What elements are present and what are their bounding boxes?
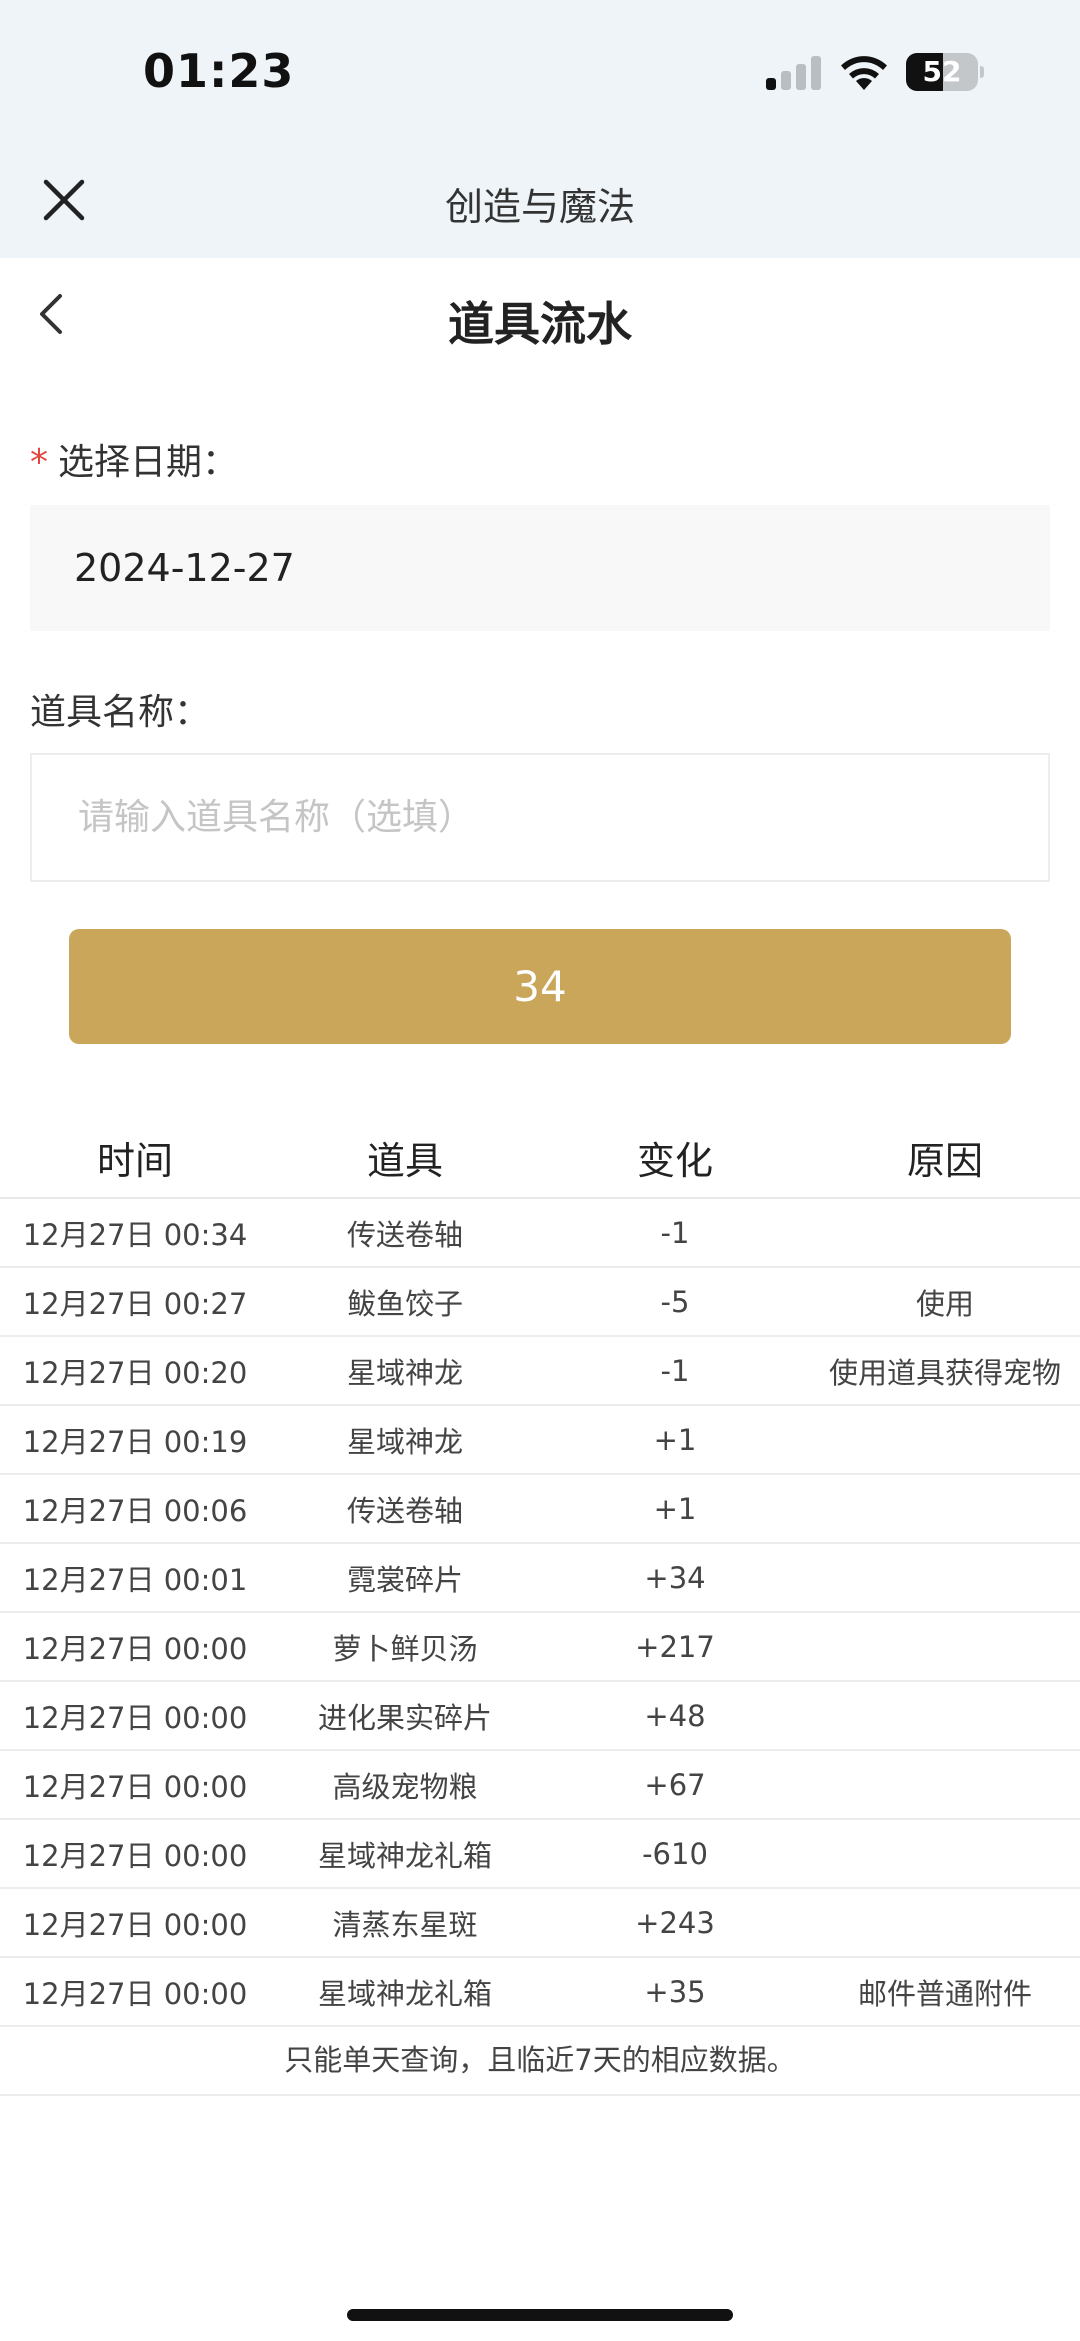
cell-change: +67 (644, 1767, 706, 1802)
table-footer-note: 只能单天查询，且临近7天的相应数据。 (0, 2027, 1080, 2096)
header-time: 时间 (96, 1139, 173, 1183)
table-row: 12月27日 00:00 清蒸东星斑 +243 (0, 1889, 1080, 1958)
page-title: 道具流水 (448, 297, 632, 351)
date-picker-field[interactable]: 2024-12-27 (30, 505, 1050, 631)
cell-item: 萝卜鲜贝汤 (332, 1631, 478, 1666)
cell-time: 12月27日 00:00 (22, 1907, 248, 1942)
cell-item: 清蒸东星斑 (332, 1907, 478, 1942)
header-item: 道具 (366, 1139, 443, 1183)
cell-change: +35 (644, 1974, 706, 2009)
cell-change: +34 (644, 1560, 706, 1595)
cell-change: -5 (660, 1284, 690, 1319)
battery-level: 52 (922, 55, 962, 88)
cell-reason: 使用 (915, 1286, 974, 1321)
cell-change: -1 (660, 1215, 690, 1250)
cell-item: 星域神龙礼箱 (317, 1976, 492, 2011)
battery-icon: 52 (906, 53, 984, 91)
table-row: 12月27日 00:06 传送卷轴 +1 (0, 1475, 1080, 1544)
cell-change: -1 (660, 1353, 690, 1388)
cell-time: 12月27日 00:00 (22, 1838, 248, 1873)
cell-item: 高级宠物粮 (332, 1769, 478, 1804)
header-reason: 原因 (906, 1139, 983, 1183)
cell-time: 12月27日 00:19 (22, 1424, 248, 1459)
cell-item: 进化果实碎片 (317, 1700, 492, 1735)
table-row: 12月27日 00:20 星域神龙 -1 使用道具获得宠物 (0, 1337, 1080, 1406)
status-time: 01:23 (143, 44, 295, 98)
cell-change: +243 (635, 1905, 715, 1940)
table-row: 12月27日 00:00 星域神龙礼箱 -610 (0, 1820, 1080, 1889)
cell-reason: 邮件普通附件 (857, 1976, 1032, 2011)
cell-time: 12月27日 00:00 (22, 1976, 248, 2011)
cell-change: +1 (653, 1491, 697, 1526)
header-change: 变化 (636, 1139, 713, 1183)
table-row: 12月27日 00:00 进化果实碎片 +48 (0, 1682, 1080, 1751)
table-row: 12月27日 00:01 霓裳碎片 +34 (0, 1544, 1080, 1613)
home-indicator (347, 2309, 733, 2321)
cell-change: +1 (653, 1422, 697, 1457)
cell-item: 传送卷轴 (346, 1493, 463, 1528)
table-row: 12月27日 00:34 传送卷轴 -1 (0, 1199, 1080, 1268)
table-row: 12月27日 00:27 鲅鱼饺子 -5 使用 (0, 1268, 1080, 1337)
date-label-text: 选择日期： (58, 442, 239, 483)
cell-item: 传送卷轴 (346, 1217, 463, 1252)
table-row: 12月27日 00:00 萝卜鲜贝汤 +217 (0, 1613, 1080, 1682)
item-name-input[interactable] (30, 753, 1050, 882)
cell-time: 12月27日 00:34 (22, 1217, 248, 1252)
cellular-signal-icon (766, 56, 822, 90)
app-title: 创造与魔法 (444, 185, 635, 229)
cell-change: +48 (644, 1698, 706, 1733)
cell-time: 12月27日 00:00 (22, 1700, 248, 1735)
cell-time: 12月27日 00:20 (22, 1355, 248, 1390)
item-log-table: 时间 道具 变化 原因 12月27日 00:34 传送卷轴 -1 12月27日 00:… (0, 1123, 1080, 2096)
cell-time: 12月27日 00:27 (22, 1286, 248, 1321)
item-name-label: 道具名称： (30, 692, 211, 733)
required-mark: * (30, 442, 48, 483)
table-row: 12月27日 00:19 星域神龙 +1 (0, 1406, 1080, 1475)
table-row: 12月27日 00:00 高级宠物粮 +67 (0, 1751, 1080, 1820)
cell-item: 霓裳碎片 (346, 1562, 463, 1597)
query-button[interactable]: 34 (69, 929, 1011, 1044)
cell-item: 星域神龙 (346, 1355, 463, 1390)
cell-item: 星域神龙 (346, 1424, 463, 1459)
table-row: 12月27日 00:00 星域神龙礼箱 +35 邮件普通附件 (0, 1958, 1080, 2027)
date-label: * 选择日期： (30, 433, 238, 485)
cell-change: +217 (635, 1629, 715, 1664)
table-header: 时间 道具 变化 原因 (0, 1123, 1080, 1199)
cell-time: 12月27日 00:00 (22, 1769, 248, 1804)
cell-time: 12月27日 00:01 (22, 1562, 248, 1597)
cell-time: 12月27日 00:00 (22, 1631, 248, 1666)
cell-reason: 使用道具获得宠物 (828, 1355, 1061, 1390)
cell-time: 12月27日 00:06 (22, 1493, 248, 1528)
cell-item: 鲅鱼饺子 (346, 1286, 463, 1321)
wifi-icon (841, 56, 887, 90)
cell-change: -610 (642, 1836, 708, 1871)
cell-item: 星域神龙礼箱 (317, 1838, 492, 1873)
